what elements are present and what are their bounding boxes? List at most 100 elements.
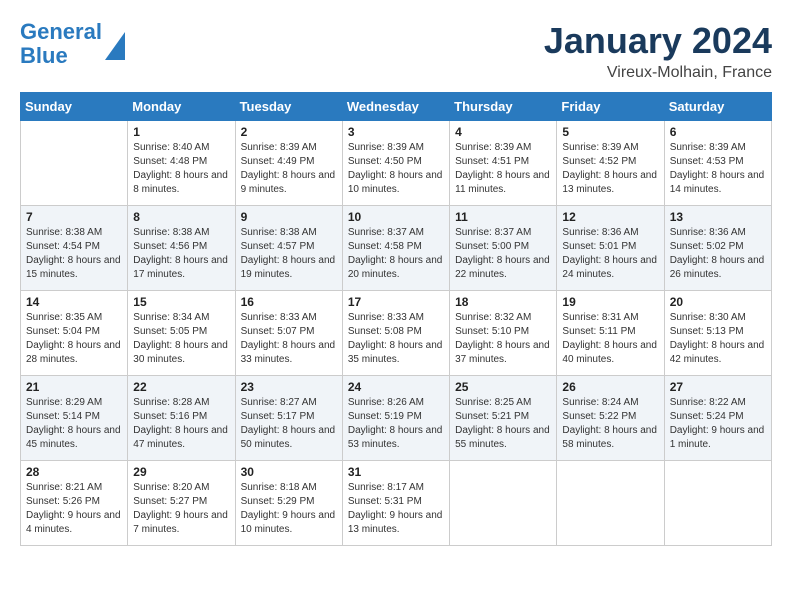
sunrise-text: Sunrise: 8:18 AM: [241, 482, 317, 493]
daylight-text: Daylight: 8 hours and 11 minutes.: [455, 170, 550, 195]
table-row: 11 Sunrise: 8:37 AM Sunset: 5:00 PM Dayl…: [450, 206, 557, 291]
col-tuesday: Tuesday: [235, 93, 342, 121]
daylight-text: Daylight: 8 hours and 50 minutes.: [241, 425, 336, 450]
daylight-text: Daylight: 9 hours and 1 minute.: [670, 425, 765, 450]
table-row: [21, 121, 128, 206]
daylight-text: Daylight: 8 hours and 55 minutes.: [455, 425, 550, 450]
sunset-text: Sunset: 5:19 PM: [348, 411, 422, 422]
sunset-text: Sunset: 4:52 PM: [562, 156, 636, 167]
day-number: 24: [348, 380, 444, 394]
table-row: 17 Sunrise: 8:33 AM Sunset: 5:08 PM Dayl…: [342, 291, 449, 376]
sunrise-text: Sunrise: 8:39 AM: [241, 142, 317, 153]
logo: General Blue: [20, 20, 125, 68]
day-info: Sunrise: 8:17 AM Sunset: 5:31 PM Dayligh…: [348, 481, 444, 537]
day-info: Sunrise: 8:39 AM Sunset: 4:50 PM Dayligh…: [348, 141, 444, 197]
day-number: 5: [562, 125, 658, 139]
day-info: Sunrise: 8:27 AM Sunset: 5:17 PM Dayligh…: [241, 396, 337, 452]
day-number: 30: [241, 465, 337, 479]
sunset-text: Sunset: 4:50 PM: [348, 156, 422, 167]
sunset-text: Sunset: 4:54 PM: [26, 241, 100, 252]
table-row: 1 Sunrise: 8:40 AM Sunset: 4:48 PM Dayli…: [128, 121, 235, 206]
page-header: General Blue January 2024 Vireux-Molhain…: [20, 20, 772, 82]
table-row: 5 Sunrise: 8:39 AM Sunset: 4:52 PM Dayli…: [557, 121, 664, 206]
day-info: Sunrise: 8:21 AM Sunset: 5:26 PM Dayligh…: [26, 481, 122, 537]
daylight-text: Daylight: 8 hours and 42 minutes.: [670, 340, 765, 365]
day-info: Sunrise: 8:33 AM Sunset: 5:08 PM Dayligh…: [348, 311, 444, 367]
table-row: 7 Sunrise: 8:38 AM Sunset: 4:54 PM Dayli…: [21, 206, 128, 291]
daylight-text: Daylight: 8 hours and 14 minutes.: [670, 170, 765, 195]
table-row: 16 Sunrise: 8:33 AM Sunset: 5:07 PM Dayl…: [235, 291, 342, 376]
day-number: 29: [133, 465, 229, 479]
table-row: 15 Sunrise: 8:34 AM Sunset: 5:05 PM Dayl…: [128, 291, 235, 376]
daylight-text: Daylight: 8 hours and 20 minutes.: [348, 255, 443, 280]
sunrise-text: Sunrise: 8:37 AM: [455, 227, 531, 238]
day-info: Sunrise: 8:36 AM Sunset: 5:01 PM Dayligh…: [562, 226, 658, 282]
table-row: 6 Sunrise: 8:39 AM Sunset: 4:53 PM Dayli…: [664, 121, 771, 206]
day-info: Sunrise: 8:39 AM Sunset: 4:52 PM Dayligh…: [562, 141, 658, 197]
table-row: 4 Sunrise: 8:39 AM Sunset: 4:51 PM Dayli…: [450, 121, 557, 206]
sunset-text: Sunset: 5:22 PM: [562, 411, 636, 422]
month-title: January 2024: [544, 20, 772, 62]
sunset-text: Sunset: 5:02 PM: [670, 241, 744, 252]
daylight-text: Daylight: 8 hours and 24 minutes.: [562, 255, 657, 280]
sunset-text: Sunset: 4:49 PM: [241, 156, 315, 167]
daylight-text: Daylight: 9 hours and 13 minutes.: [348, 510, 443, 535]
sunset-text: Sunset: 4:57 PM: [241, 241, 315, 252]
sunset-text: Sunset: 4:53 PM: [670, 156, 744, 167]
sunset-text: Sunset: 5:01 PM: [562, 241, 636, 252]
col-friday: Friday: [557, 93, 664, 121]
table-row: 2 Sunrise: 8:39 AM Sunset: 4:49 PM Dayli…: [235, 121, 342, 206]
sunset-text: Sunset: 5:31 PM: [348, 496, 422, 507]
daylight-text: Daylight: 8 hours and 17 minutes.: [133, 255, 228, 280]
title-area: January 2024 Vireux-Molhain, France: [544, 20, 772, 82]
sunrise-text: Sunrise: 8:35 AM: [26, 312, 102, 323]
calendar-week-row: 7 Sunrise: 8:38 AM Sunset: 4:54 PM Dayli…: [21, 206, 772, 291]
daylight-text: Daylight: 8 hours and 40 minutes.: [562, 340, 657, 365]
table-row: 21 Sunrise: 8:29 AM Sunset: 5:14 PM Dayl…: [21, 376, 128, 461]
daylight-text: Daylight: 8 hours and 15 minutes.: [26, 255, 121, 280]
sunrise-text: Sunrise: 8:30 AM: [670, 312, 746, 323]
table-row: 27 Sunrise: 8:22 AM Sunset: 5:24 PM Dayl…: [664, 376, 771, 461]
col-sunday: Sunday: [21, 93, 128, 121]
sunset-text: Sunset: 5:27 PM: [133, 496, 207, 507]
day-info: Sunrise: 8:40 AM Sunset: 4:48 PM Dayligh…: [133, 141, 229, 197]
day-number: 1: [133, 125, 229, 139]
sunset-text: Sunset: 5:24 PM: [670, 411, 744, 422]
daylight-text: Daylight: 8 hours and 28 minutes.: [26, 340, 121, 365]
daylight-text: Daylight: 8 hours and 19 minutes.: [241, 255, 336, 280]
day-info: Sunrise: 8:38 AM Sunset: 4:56 PM Dayligh…: [133, 226, 229, 282]
sunrise-text: Sunrise: 8:40 AM: [133, 142, 209, 153]
daylight-text: Daylight: 8 hours and 8 minutes.: [133, 170, 228, 195]
table-row: 26 Sunrise: 8:24 AM Sunset: 5:22 PM Dayl…: [557, 376, 664, 461]
table-row: [450, 461, 557, 546]
day-number: 17: [348, 295, 444, 309]
daylight-text: Daylight: 8 hours and 37 minutes.: [455, 340, 550, 365]
day-info: Sunrise: 8:36 AM Sunset: 5:02 PM Dayligh…: [670, 226, 766, 282]
col-thursday: Thursday: [450, 93, 557, 121]
table-row: 14 Sunrise: 8:35 AM Sunset: 5:04 PM Dayl…: [21, 291, 128, 376]
calendar-week-row: 28 Sunrise: 8:21 AM Sunset: 5:26 PM Dayl…: [21, 461, 772, 546]
daylight-text: Daylight: 9 hours and 7 minutes.: [133, 510, 228, 535]
sunrise-text: Sunrise: 8:26 AM: [348, 397, 424, 408]
day-number: 9: [241, 210, 337, 224]
col-saturday: Saturday: [664, 93, 771, 121]
day-number: 21: [26, 380, 122, 394]
day-number: 19: [562, 295, 658, 309]
calendar-table: Sunday Monday Tuesday Wednesday Thursday…: [20, 92, 772, 546]
col-wednesday: Wednesday: [342, 93, 449, 121]
sunrise-text: Sunrise: 8:20 AM: [133, 482, 209, 493]
day-number: 2: [241, 125, 337, 139]
day-number: 10: [348, 210, 444, 224]
sunrise-text: Sunrise: 8:33 AM: [348, 312, 424, 323]
day-info: Sunrise: 8:34 AM Sunset: 5:05 PM Dayligh…: [133, 311, 229, 367]
sunset-text: Sunset: 5:21 PM: [455, 411, 529, 422]
table-row: 8 Sunrise: 8:38 AM Sunset: 4:56 PM Dayli…: [128, 206, 235, 291]
daylight-text: Daylight: 8 hours and 10 minutes.: [348, 170, 443, 195]
day-info: Sunrise: 8:38 AM Sunset: 4:57 PM Dayligh…: [241, 226, 337, 282]
sunset-text: Sunset: 5:00 PM: [455, 241, 529, 252]
day-info: Sunrise: 8:20 AM Sunset: 5:27 PM Dayligh…: [133, 481, 229, 537]
daylight-text: Daylight: 8 hours and 26 minutes.: [670, 255, 765, 280]
sunrise-text: Sunrise: 8:39 AM: [562, 142, 638, 153]
day-info: Sunrise: 8:39 AM Sunset: 4:51 PM Dayligh…: [455, 141, 551, 197]
day-number: 3: [348, 125, 444, 139]
